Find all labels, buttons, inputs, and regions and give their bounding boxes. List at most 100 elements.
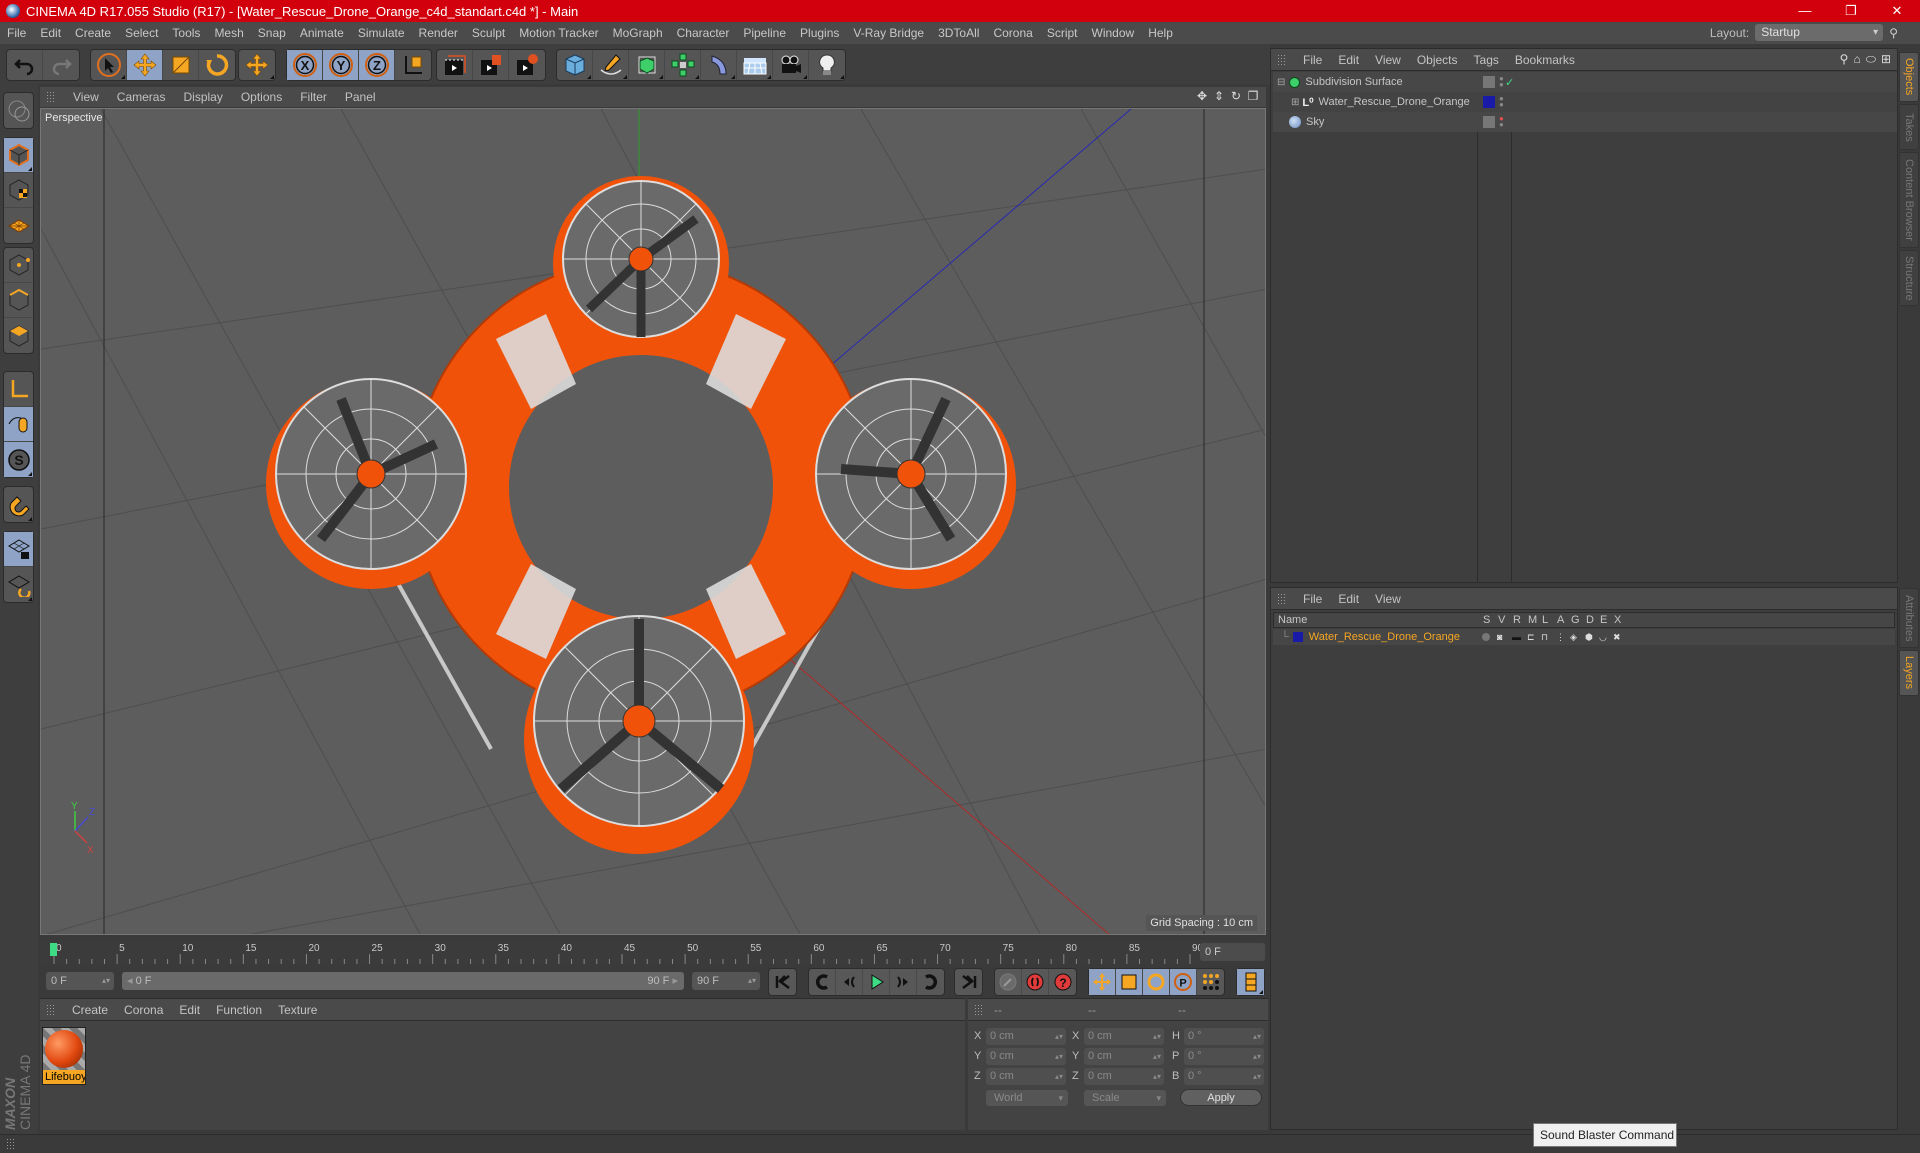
menu-sculpt[interactable]: Sculpt [465,22,512,44]
record-button[interactable] [1022,969,1049,995]
play-button[interactable] [863,969,890,995]
x-axis-lock-button[interactable]: X [287,50,323,80]
add-light-button[interactable] [809,50,845,80]
menu-snap[interactable]: Snap [251,22,293,44]
visibility-dots[interactable]: ● ● [1499,115,1504,129]
menu-create[interactable]: Create [68,22,118,44]
lock-toggle-icon[interactable]: ⊓ [1541,632,1548,643]
viewport-menu-cameras[interactable]: Cameras [108,90,175,104]
apply-button[interactable]: Apply [1180,1089,1262,1106]
manager-toggle-icon[interactable]: ⊏ [1527,632,1535,643]
coordinate-system-button[interactable] [395,50,431,80]
y-axis-lock-button[interactable]: Y [323,50,359,80]
points-mode-button[interactable] [4,248,33,283]
range-right-arrow[interactable]: ▸ [672,975,678,987]
solo-mode-button[interactable]: S [4,442,33,477]
menu-file[interactable]: File [0,22,33,44]
col-solo[interactable]: S [1483,614,1490,626]
workplane-mode-button[interactable] [4,208,33,243]
menu-mesh[interactable]: Mesh [207,22,250,44]
viewport-menu-display[interactable]: Display [174,90,231,104]
panel-grip-icon[interactable] [1277,592,1287,605]
object-mode-button[interactable] [4,138,33,173]
tab-takes[interactable]: Takes [1899,104,1919,150]
view-toggle-icon[interactable]: ◙ [1497,632,1502,642]
rot-h-field[interactable]: 0 ° ▴▾ [1184,1028,1264,1045]
layers-menu-edit[interactable]: Edit [1330,592,1367,606]
search-icon[interactable]: ⚲ [1889,26,1898,40]
key-position-button[interactable] [1089,969,1116,995]
panel-grip-icon[interactable] [1277,53,1287,66]
maximize-view-icon[interactable]: ❐ [1246,89,1260,103]
menu-vray-bridge[interactable]: V-Ray Bridge [846,22,931,44]
collapse-icon[interactable]: ⊟ [1277,77,1285,88]
panel-grip-icon[interactable] [974,1003,984,1016]
xref-toggle-icon[interactable]: ✖ [1613,632,1621,643]
viewport-menu-panel[interactable]: Panel [336,90,385,104]
key-parameter-button[interactable]: P [1170,969,1197,995]
col-view[interactable]: V [1498,614,1505,626]
rotate-button[interactable] [199,50,235,80]
tab-layers[interactable]: Layers [1899,650,1919,696]
material-menu-corona[interactable]: Corona [116,1003,171,1017]
move-button[interactable] [127,50,163,80]
object-row[interactable]: ⊟ Subdivision Surface ● ● ✓ [1273,72,1897,92]
rot-p-field[interactable]: 0 ° ▴▾ [1184,1048,1264,1065]
workplane-lock-button[interactable] [4,532,33,567]
add-floor-button[interactable] [737,50,773,80]
layout-select[interactable]: Startup [1755,24,1884,41]
previous-key-button[interactable] [809,969,836,995]
edges-mode-button[interactable] [4,283,33,318]
move-view-icon[interactable]: ✥ [1195,89,1209,103]
snap-button[interactable] [4,487,33,522]
menu-edit[interactable]: Edit [33,22,68,44]
coordinate-mode-select[interactable]: Scale [1084,1090,1166,1106]
menu-mograph[interactable]: MoGraph [606,22,670,44]
close-button[interactable]: ✕ [1874,0,1920,22]
menu-window[interactable]: Window [1085,22,1142,44]
material-menu-edit[interactable]: Edit [171,1003,208,1017]
material-menu-create[interactable]: Create [64,1003,116,1017]
col-manager[interactable]: M [1528,614,1537,626]
frame-range-slider[interactable]: ◂ 0 F 90 F ▸ [122,972,684,990]
layer-row[interactable]: └ Water_Rescue_Drone_Orange ◙ ▬ ⊏ ⊓ ⋮ ◈ … [1273,629,1895,645]
col-deformers[interactable]: D [1586,614,1594,626]
add-deformer-button[interactable] [701,50,737,80]
menu-help[interactable]: Help [1141,22,1180,44]
search-icon[interactable]: ⚲ [1840,52,1849,67]
expand-icon[interactable]: ⊞ [1291,97,1299,108]
render-toggle-icon[interactable]: ▬ [1512,632,1521,642]
expressions-toggle-icon[interactable]: ◡ [1599,632,1607,643]
objects-menu-objects[interactable]: Objects [1409,53,1466,67]
viewport-menu-filter[interactable]: Filter [291,90,336,104]
key-pla-button[interactable] [1197,969,1224,995]
menu-animate[interactable]: Animate [293,22,351,44]
layer-color-swatch[interactable] [1292,632,1303,642]
material-menu-function[interactable]: Function [208,1003,270,1017]
menu-3dtoall[interactable]: 3DToAll [931,22,986,44]
menu-corona[interactable]: Corona [986,22,1039,44]
scale-button[interactable] [163,50,199,80]
visibility-dots[interactable]: ● ● [1499,95,1504,109]
col-xref[interactable]: X [1614,614,1621,626]
menu-script[interactable]: Script [1040,22,1085,44]
pos-y-field[interactable]: 0 cm ▴▾ [986,1048,1066,1065]
home-icon[interactable]: ⌂ [1853,52,1860,67]
object-row[interactable]: ⊞ L⁰ Water_Rescue_Drone_Orange ● ● [1273,92,1897,112]
deformers-toggle-icon[interactable]: ⬢ [1585,632,1593,643]
col-expressions[interactable]: E [1600,614,1607,626]
add-array-button[interactable] [665,50,701,80]
enabled-check-icon[interactable]: ✓ [1505,76,1514,89]
playhead-marker[interactable] [50,943,57,956]
current-frame-field[interactable]: 0 F [1200,943,1265,961]
tab-attributes[interactable]: Attributes [1899,588,1919,648]
pos-x-field[interactable]: 0 cm ▴▾ [986,1028,1066,1045]
key-scale-button[interactable] [1116,969,1143,995]
menu-character[interactable]: Character [670,22,737,44]
menu-tools[interactable]: Tools [165,22,207,44]
perspective-viewport[interactable]: Y Z X Perspective Grid Spacing : 10 cm [40,108,1266,935]
previous-frame-button[interactable] [836,969,863,995]
solo-toggle-icon[interactable] [1482,633,1490,641]
add-cube-button[interactable] [557,50,593,80]
col-name[interactable]: Name [1278,614,1307,626]
